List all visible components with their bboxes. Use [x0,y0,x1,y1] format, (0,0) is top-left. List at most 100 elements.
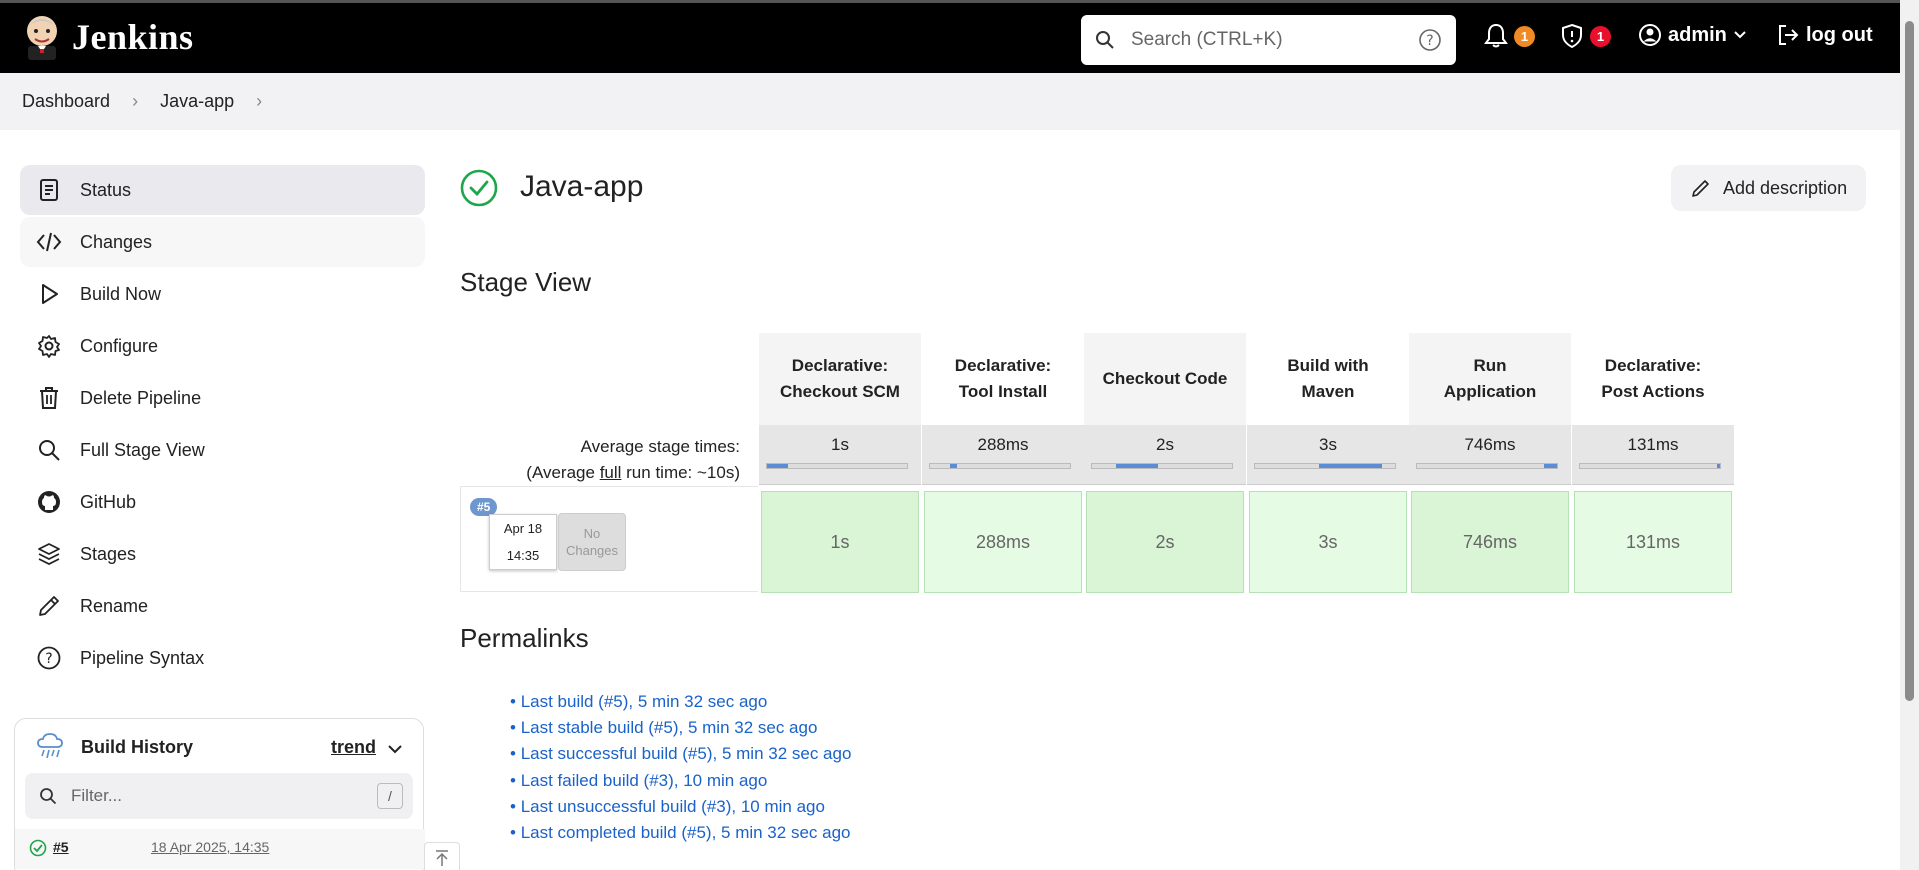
page-title: Java-app [520,170,644,203]
notifications-badge: 1 [1514,25,1535,47]
jenkins-logo-link[interactable]: Jenkins [22,13,194,61]
stage-progress-fill [1544,464,1557,468]
sidebar-item-pipeline-syntax[interactable]: ? Pipeline Syntax [20,633,425,683]
sidebar-item-full-stage-view[interactable]: Full Stage View [20,425,425,475]
permalinks-title: Permalinks [460,623,589,653]
sidebar-item-stages[interactable]: Stages [20,529,425,579]
sidebar-item-configure[interactable]: Configure [20,321,425,371]
user-menu[interactable]: admin [1638,23,1747,47]
stage-average: 2s [1084,425,1246,485]
breadcrumb: Dashboard › Java-app › [0,73,1900,130]
shield-alert-icon [1562,23,1582,49]
breadcrumb-java-app[interactable]: Java-app [160,91,234,112]
stage-header: Checkout Code [1084,333,1246,425]
filter-shortcut-key: / [377,783,403,809]
stage-name-line2: Tool Install [958,382,1048,401]
stage-run-cell[interactable]: 746ms [1411,491,1569,593]
stage-progress-fill [1319,464,1383,468]
run-date: Apr 18 [503,521,543,536]
build-date-link[interactable]: 18 Apr 2025, 14:35 [151,839,269,855]
app-title: Jenkins [72,17,194,57]
build-filter-input[interactable]: Filter... / [25,773,413,819]
add-description-label: Add description [1723,177,1848,198]
logout-link[interactable]: log out [1776,23,1873,47]
no-changes-line1: No [583,526,601,541]
stage-average-time: 131ms [1627,435,1679,454]
add-description-button[interactable]: Add description [1671,165,1866,211]
filter-placeholder: Filter... [71,786,123,805]
search-icon [36,437,62,463]
permalink-last-completed-build[interactable]: • Last completed build (#5), 5 min 32 se… [510,823,851,843]
logout-icon [1779,25,1799,45]
sidebar-item-build-now[interactable]: Build Now [20,269,425,319]
logout-label: log out [1806,23,1873,46]
stage-header: Build with Maven [1247,333,1409,425]
layers-icon [36,541,62,567]
stage-progress-bar [1579,463,1721,469]
chevron-down-icon[interactable] [387,743,403,755]
sidebar-item-changes[interactable]: Changes [20,217,425,267]
no-changes-line2: Changes [565,543,619,558]
sidebar-item-github[interactable]: GitHub [20,477,425,527]
github-icon [36,489,62,515]
stage-name-line1: Declarative: [1604,356,1702,375]
stage-progress-bar [929,463,1071,469]
permalink-last-build[interactable]: • Last build (#5), 5 min 32 sec ago [510,692,767,712]
stage-header: Run Application [1409,333,1571,425]
build-history-panel: Build History trend Filter... / #5 18 Ap… [14,718,425,870]
chevron-right-icon: › [132,91,139,111]
sidebar-item-status[interactable]: Status [20,165,425,215]
avg-label-line1: Average stage times: [580,437,740,456]
stage-average-time: 746ms [1464,435,1516,454]
avg-label-line2: (Average full run time: ~10s) [526,463,740,482]
help-icon[interactable]: ? [1418,28,1442,52]
jenkins-butler-icon [27,16,57,60]
stage-progress-fill [767,464,788,468]
scroll-to-top-button[interactable] [424,842,460,870]
sidebar-item-label: Pipeline Syntax [80,647,205,668]
stage-header: Declarative: Tool Install [922,333,1084,425]
stage-progress-bar [766,463,908,469]
stage-average-time: 288ms [977,435,1029,454]
sidebar-item-label: Rename [80,595,149,616]
sidebar-item-label: GitHub [80,491,137,512]
stage-progress-bar [1254,463,1396,469]
stage-name-line2: Maven [1301,382,1355,401]
vertical-scrollbar[interactable] [1900,0,1919,870]
search-icon [40,788,57,805]
sidebar-item-rename[interactable]: Rename [20,581,425,631]
permalink-last-failed-build[interactable]: • Last failed build (#3), 10 min ago [510,771,767,791]
bell-icon [1484,23,1508,48]
stage-average-time: 1s [831,435,849,454]
play-icon [36,281,62,307]
stage-header: Declarative: Checkout SCM [759,333,921,425]
stage-run-cell[interactable]: 131ms [1574,491,1732,593]
stage-run-cell[interactable]: 288ms [924,491,1082,593]
run-changes-box[interactable]: No Changes [558,513,626,571]
chevron-right-icon[interactable]: › [256,91,262,112]
build-number-link[interactable]: #5 [53,839,69,855]
permalink-last-successful-build[interactable]: • Last successful build (#5), 5 min 32 s… [510,744,851,764]
search-icon [1096,31,1114,49]
stage-run-cell[interactable]: 2s [1086,491,1244,593]
full-run-time-link[interactable]: full [600,463,622,482]
permalink-last-unsuccessful-build[interactable]: • Last unsuccessful build (#3), 10 min a… [510,797,825,817]
sidebar-item-delete-pipeline[interactable]: Delete Pipeline [20,373,425,423]
sidebar-item-label: Changes [80,231,153,252]
search-box[interactable]: Search (CTRL+K) ? [1081,15,1456,65]
scrollbar-thumb[interactable] [1905,21,1914,701]
trend-link[interactable]: trend [331,737,376,758]
stage-average: 288ms [922,425,1084,485]
build-history-row[interactable]: #5 18 Apr 2025, 14:35 [15,829,425,869]
stage-run-cell[interactable]: 3s [1249,491,1407,593]
notifications-button[interactable]: 1 [1484,23,1535,49]
success-check-icon [29,839,47,857]
security-badge: 1 [1590,25,1611,47]
stage-name-line2: Checkout SCM [780,382,900,401]
breadcrumb-dashboard[interactable]: Dashboard [22,91,110,112]
stage-run-cell[interactable]: 1s [761,491,919,593]
stage-name-line1: Checkout Code [1102,369,1228,388]
permalink-last-stable-build[interactable]: • Last stable build (#5), 5 min 32 sec a… [510,718,817,738]
security-alerts-button[interactable]: 1 [1560,23,1611,49]
stage-average-time: 2s [1156,435,1174,454]
